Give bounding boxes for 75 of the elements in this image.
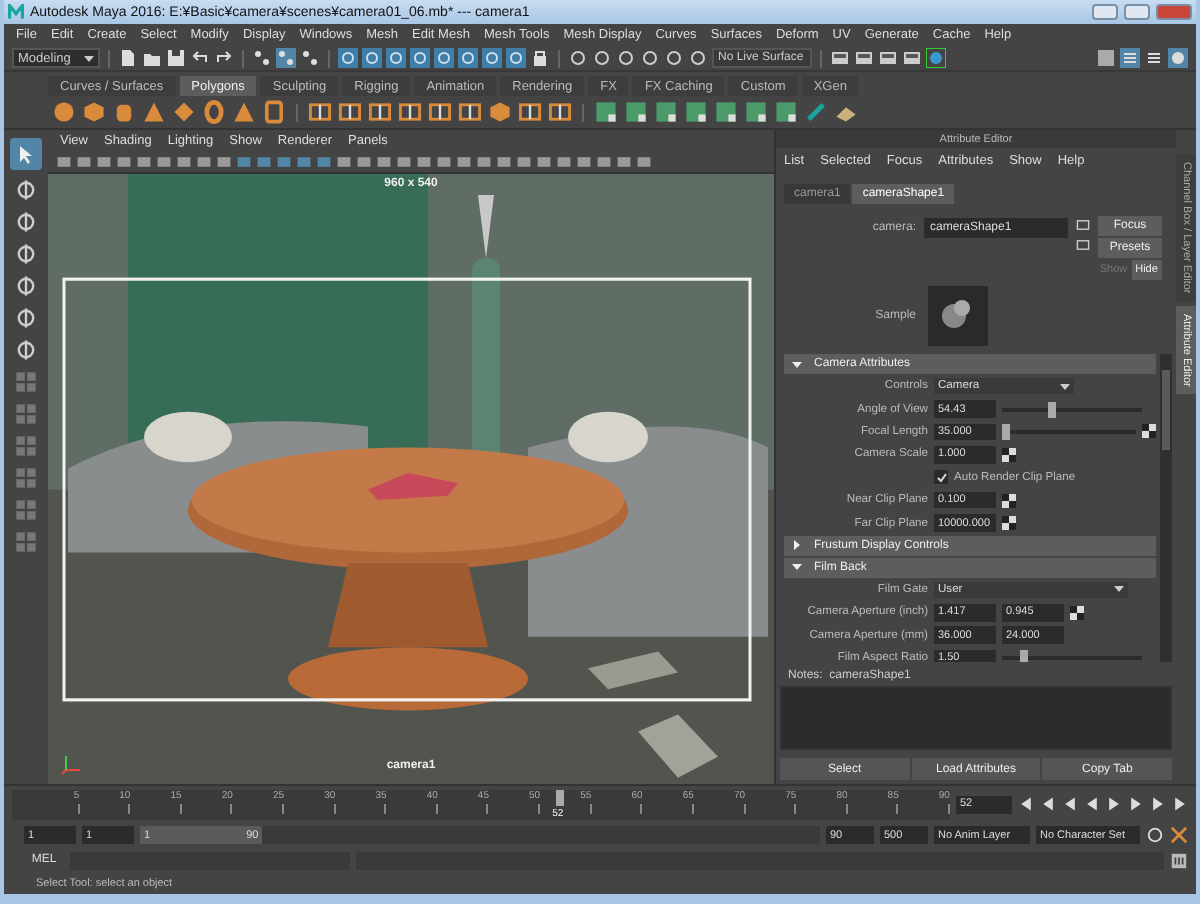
single-pane-icon[interactable] — [14, 370, 38, 394]
maximize-button[interactable] — [1124, 4, 1150, 20]
slider-thumb[interactable] — [1002, 423, 1010, 440]
slider-thumb[interactable] — [1019, 650, 1027, 662]
mesh-tool-icon[interactable] — [338, 100, 362, 124]
sidebar-toggle-icon[interactable] — [1096, 48, 1116, 68]
map-button-icon[interactable] — [1002, 516, 1016, 531]
surface-icon[interactable] — [774, 100, 798, 124]
list-icon[interactable] — [1144, 48, 1164, 68]
mesh-tool-icon[interactable] — [398, 100, 422, 124]
arrow-pointer-icon — [16, 144, 36, 164]
step-forward-frame-icon[interactable] — [1128, 796, 1144, 812]
select-component-icon[interactable] — [300, 48, 320, 68]
select-hierarchy-icon[interactable] — [252, 48, 272, 68]
torus-icon[interactable] — [202, 100, 226, 124]
focus-output-icon[interactable] — [1076, 238, 1090, 252]
select-tool-button[interactable] — [10, 138, 42, 170]
scissors-icon[interactable] — [1170, 826, 1188, 844]
redo-icon[interactable] — [214, 48, 234, 68]
cone-icon[interactable] — [142, 100, 166, 124]
pipe-icon[interactable] — [262, 100, 286, 124]
app-logo-icon — [8, 4, 24, 20]
stack-pane-icon[interactable] — [14, 498, 38, 522]
map-button-icon[interactable] — [1002, 447, 1016, 462]
side-pane-icon[interactable] — [14, 466, 38, 490]
slider-thumb[interactable] — [1047, 401, 1055, 418]
playhead[interactable] — [556, 789, 565, 805]
hypershade-icon[interactable] — [926, 48, 946, 68]
step-back-key-icon[interactable] — [1040, 796, 1056, 812]
cylinder-icon[interactable] — [112, 100, 136, 124]
mesh-tool-icon[interactable] — [428, 100, 452, 124]
scrollbar[interactable] — [1160, 354, 1172, 662]
step-back-frame-icon[interactable] — [1062, 796, 1078, 812]
four-pane-icon[interactable] — [14, 402, 38, 426]
mesh-tool-icon[interactable] — [458, 100, 482, 124]
mesh-tool-icon[interactable] — [548, 100, 572, 124]
surface-icon[interactable] — [744, 100, 768, 124]
surface-icon[interactable] — [624, 100, 648, 124]
focus-input-icon[interactable] — [1076, 218, 1090, 232]
two-pane-icon[interactable] — [14, 434, 38, 458]
go-to-end-icon[interactable] — [1172, 796, 1188, 812]
mesh-tool-icon[interactable] — [518, 100, 542, 124]
axis-icon — [60, 752, 84, 776]
caret-icon — [1060, 383, 1070, 390]
sample-swatch — [928, 286, 988, 346]
surface-icon[interactable] — [654, 100, 678, 124]
go-to-start-icon[interactable] — [1018, 796, 1034, 812]
surface-icon[interactable] — [594, 100, 618, 124]
map-button-icon[interactable] — [1002, 493, 1016, 508]
surface-icon[interactable] — [684, 100, 708, 124]
cube-icon[interactable] — [82, 100, 106, 124]
caret-icon — [84, 55, 94, 61]
script-editor-icon[interactable] — [1170, 851, 1188, 869]
play-forward-icon[interactable] — [1106, 796, 1122, 812]
checkbox[interactable] — [934, 470, 948, 485]
caret-icon — [1114, 586, 1124, 593]
sphere-icon[interactable] — [52, 100, 76, 124]
mesh-tool-icon[interactable] — [368, 100, 392, 124]
minimize-button[interactable] — [1092, 4, 1118, 20]
notes-field[interactable] — [780, 686, 1172, 750]
surface-icon[interactable] — [714, 100, 738, 124]
cone-icon[interactable] — [232, 100, 256, 124]
undo-icon[interactable] — [190, 48, 210, 68]
tool-icon[interactable] — [804, 100, 828, 124]
graph-pane-icon[interactable] — [14, 530, 38, 554]
map-button-icon[interactable] — [1070, 605, 1084, 620]
mesh-tool-icon[interactable] — [308, 100, 332, 124]
play-backward-icon[interactable] — [1084, 796, 1100, 812]
save-icon[interactable] — [166, 48, 186, 68]
diamond-icon[interactable] — [172, 100, 196, 124]
expand-triangle-icon — [792, 359, 802, 369]
lock-icon[interactable] — [530, 48, 550, 68]
map-button-icon[interactable] — [1142, 424, 1156, 439]
cube-icon[interactable] — [488, 100, 512, 124]
step-forward-key-icon[interactable] — [1150, 796, 1166, 812]
